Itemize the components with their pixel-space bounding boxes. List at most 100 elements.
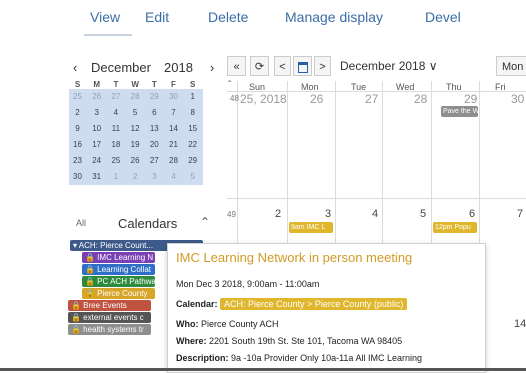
mini-day[interactable]: 28 [167,155,180,167]
day-number[interactable]: 28 [414,92,427,106]
month-select[interactable]: December 2018 ∨ [340,59,438,73]
day-number[interactable]: 25, 2018 [240,92,287,106]
mini-day[interactable]: 24 [90,155,103,167]
mini-day[interactable]: 7 [167,107,180,119]
day-number[interactable]: 3 [325,208,331,220]
event-chip[interactable]: 9am IMC L [289,222,333,233]
tab-edit[interactable]: Edit [145,9,169,25]
day-number[interactable]: 27 [365,92,378,106]
calendars-collapse-icon[interactable]: ⌃ [200,215,210,229]
mini-day[interactable]: 11 [109,123,122,135]
week-number[interactable]: 49 [227,210,236,219]
calendars-all-label[interactable]: All [76,218,86,228]
mini-year-label: 2018 [164,60,193,75]
day-number[interactable]: 6 [469,208,475,220]
mini-day[interactable]: 25 [109,155,122,167]
mini-day[interactable]: 2 [129,171,142,183]
mini-day[interactable]: 27 [109,91,122,103]
event-calendar-row: Calendar: ACH: Pierce County > Pierce Co… [176,298,408,310]
event-where-value: 2201 South 19th St. Ste 101, Tacoma WA 9… [209,336,403,346]
mini-day[interactable]: 25 [71,91,84,103]
calendar-list-item[interactable]: 🔒 Bree Events [68,300,151,311]
mini-next-icon[interactable]: › [210,60,214,75]
mini-weekday-label: M [93,80,101,89]
mini-day[interactable]: 28 [129,91,142,103]
event-chip[interactable]: 12pm Popu [433,222,477,233]
day-number[interactable]: 2 [275,208,281,220]
mini-day[interactable]: 9 [71,123,84,135]
mini-day[interactable]: 14 [167,123,180,135]
mini-day[interactable]: 3 [90,107,103,119]
event-title: IMC Learning Network in person meeting [176,250,413,265]
event-where-row: Where: 2201 South 19th St. Ste 101, Taco… [176,336,402,346]
week-number[interactable]: 48 [230,94,239,103]
mini-day[interactable]: 23 [71,155,84,167]
mini-prev-icon[interactable]: ‹ [73,60,77,75]
tab-view[interactable]: View [90,9,120,25]
calendar-list-item[interactable]: 🔒 external events c [68,312,151,323]
mini-day[interactable]: 29 [148,91,161,103]
mini-weekday-label: S [190,80,196,89]
tab-devel[interactable]: Devel [425,9,461,25]
mini-day[interactable]: 8 [186,107,199,119]
day-number[interactable]: 29 [464,92,477,106]
calendar-list-item[interactable]: 🔒 Learning Collat [82,264,155,275]
mini-day[interactable]: 22 [186,139,199,151]
event-description-value: 9a -10a Provider Only 10a-11a All IMC Le… [231,353,422,363]
day-number[interactable]: 14 [514,318,526,330]
grid-line [227,198,526,199]
mini-day[interactable]: 3 [148,171,161,183]
day-number[interactable]: 4 [372,208,378,220]
mini-day[interactable]: 30 [71,171,84,183]
mini-day[interactable]: 20 [148,139,161,151]
event-chip[interactable]: Pave the W [441,106,478,117]
day-number[interactable]: 30 [511,92,524,106]
tab-delete[interactable]: Delete [208,9,248,25]
mini-day[interactable]: 12 [129,123,142,135]
mini-weekday-label: T [113,80,119,89]
mini-day[interactable]: 1 [109,171,122,183]
mini-day[interactable]: 10 [90,123,103,135]
jump-back-button[interactable]: « [227,56,246,76]
mini-weekday-label: W [131,80,139,89]
mini-day[interactable]: 1 [186,91,199,103]
mini-day[interactable]: 27 [148,155,161,167]
mini-day[interactable]: 5 [129,107,142,119]
day-number[interactable]: 5 [420,208,426,220]
calendar-list-item[interactable]: 🔒 PC ACH Pathwa [82,276,155,287]
collapse-weeks-icon[interactable]: ˆ [228,80,231,91]
mini-day[interactable]: 17 [90,139,103,151]
calendar-list-item[interactable]: 🔒 health systems tr [68,324,151,335]
mini-day[interactable]: 31 [90,171,103,183]
mini-weekday-label: S [74,80,81,89]
tab-manage-display[interactable]: Manage display [285,9,383,25]
mini-day[interactable]: 6 [148,107,161,119]
mini-day[interactable]: 15 [186,123,199,135]
view-select[interactable]: Mon [496,56,526,76]
event-calendar-badge[interactable]: ACH: Pierce County > Pierce County (publ… [220,298,408,310]
mini-day[interactable]: 29 [186,155,199,167]
event-description-label: Description: [176,353,229,363]
mini-day[interactable]: 18 [109,139,122,151]
mini-day[interactable]: 4 [109,107,122,119]
mini-weekday-label: T [151,80,157,89]
day-number[interactable]: 26 [310,92,323,106]
prev-month-button[interactable]: < [274,56,291,76]
mini-day[interactable]: 21 [167,139,180,151]
mini-day[interactable]: 19 [129,139,142,151]
mini-day[interactable]: 26 [90,91,103,103]
mini-day[interactable]: 26 [129,155,142,167]
today-button[interactable] [293,56,312,76]
mini-day[interactable]: 2 [71,107,84,119]
mini-day[interactable]: 13 [148,123,161,135]
next-month-button[interactable]: > [314,56,331,76]
mini-day[interactable]: 30 [167,91,180,103]
day-number[interactable]: 7 [517,208,523,220]
calendar-list-item[interactable]: 🔒 IMC Learning N [82,252,155,263]
mini-day[interactable]: 5 [186,171,199,183]
calendars-title: Calendars [118,216,178,231]
mini-day[interactable]: 16 [71,139,84,151]
refresh-button[interactable]: ⟳ [250,56,269,76]
mini-day[interactable]: 4 [167,171,180,183]
calendar-list-item[interactable]: 🔒 Pierce County [82,288,155,299]
